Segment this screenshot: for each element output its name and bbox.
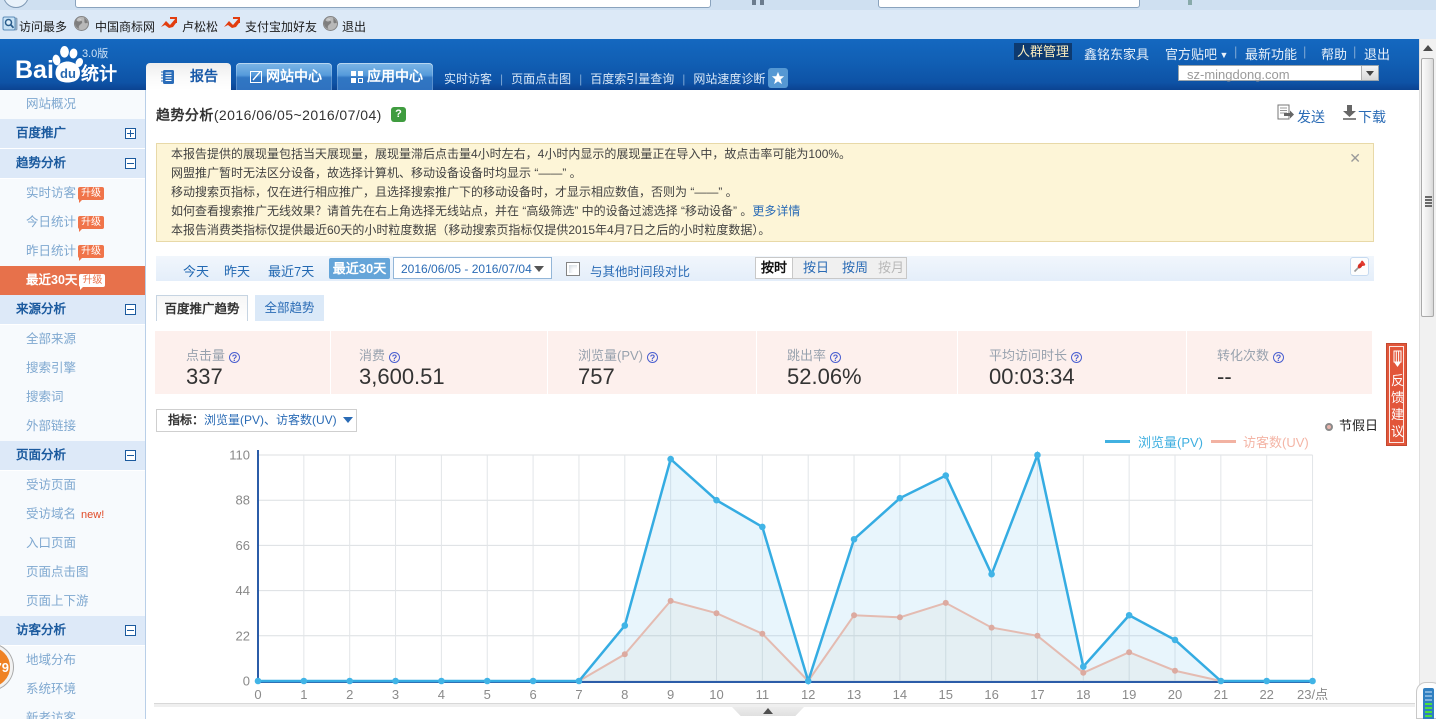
svg-text:7: 7 xyxy=(575,687,582,700)
svg-text:88: 88 xyxy=(236,493,250,508)
svg-text:110: 110 xyxy=(229,448,250,463)
svg-text:19: 19 xyxy=(1122,687,1136,700)
svg-text:du: du xyxy=(60,66,76,81)
svg-text:66: 66 xyxy=(236,538,250,553)
svg-text:10: 10 xyxy=(709,687,723,700)
svg-text:4: 4 xyxy=(438,687,445,700)
svg-text:16: 16 xyxy=(984,687,998,700)
svg-text:22: 22 xyxy=(1259,687,1273,700)
svg-text:11: 11 xyxy=(756,687,770,700)
svg-text:12: 12 xyxy=(801,687,815,700)
svg-text:44: 44 xyxy=(236,583,250,598)
svg-text:23/点: 23/点 xyxy=(1297,687,1328,700)
svg-text:20: 20 xyxy=(1168,687,1182,700)
svg-text:1: 1 xyxy=(300,687,307,700)
svg-text:13: 13 xyxy=(847,687,861,700)
svg-text:21: 21 xyxy=(1214,687,1228,700)
svg-text:0: 0 xyxy=(243,674,250,689)
svg-text:8: 8 xyxy=(621,687,628,700)
svg-text:2: 2 xyxy=(346,687,353,700)
svg-text:15: 15 xyxy=(939,687,953,700)
svg-text:9: 9 xyxy=(667,687,674,700)
svg-text:18: 18 xyxy=(1076,687,1090,700)
svg-text:14: 14 xyxy=(893,687,907,700)
svg-text:17: 17 xyxy=(1030,687,1044,700)
svg-text:3: 3 xyxy=(392,687,399,700)
svg-text:6: 6 xyxy=(529,687,536,700)
svg-text:22: 22 xyxy=(236,628,250,643)
svg-text:5: 5 xyxy=(484,687,491,700)
svg-text:0: 0 xyxy=(254,687,261,700)
